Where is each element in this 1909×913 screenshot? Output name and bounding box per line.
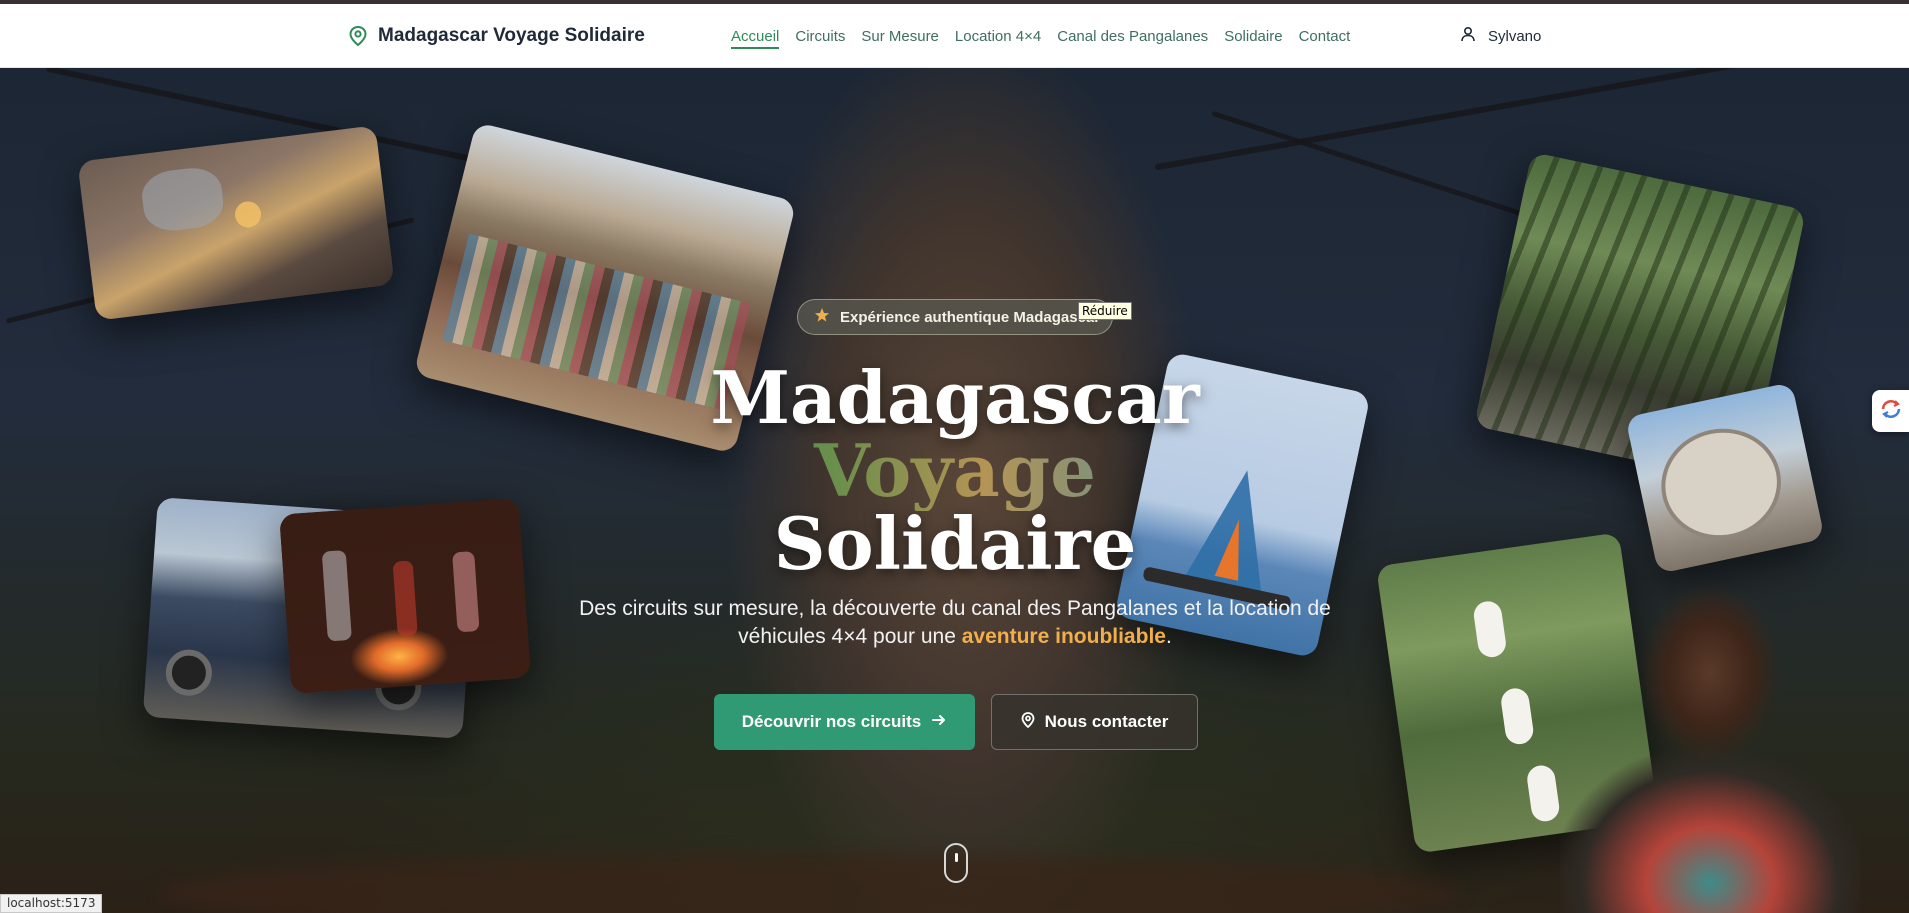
star-icon bbox=[814, 307, 830, 328]
campfire-photo bbox=[279, 497, 531, 695]
arrow-right-icon bbox=[931, 712, 947, 733]
background-branch bbox=[1154, 68, 1796, 171]
hero-subtitle: Des circuits sur mesure, la découverte d… bbox=[560, 595, 1350, 651]
nav-link-sur-mesure[interactable]: Sur Mesure bbox=[861, 28, 939, 45]
subtitle-text: Des circuits sur mesure, la découverte d… bbox=[579, 597, 1331, 648]
main-nav: Accueil Circuits Sur Mesure Location 4×4… bbox=[731, 4, 1350, 68]
subtitle-highlight: aventure inoubliable bbox=[961, 625, 1166, 648]
parc-national-sign-photo bbox=[1625, 382, 1825, 574]
primary-button-label: Découvrir nos circuits bbox=[741, 712, 922, 731]
nav-link-location-4x4[interactable]: Location 4×4 bbox=[955, 28, 1041, 45]
user-icon bbox=[1460, 26, 1476, 47]
nav-link-contact[interactable]: Contact bbox=[1299, 28, 1351, 45]
secondary-button-label: Nous contacter bbox=[1044, 712, 1169, 731]
experience-badge: Expérience authentique Madagascar bbox=[797, 299, 1113, 335]
nav-link-circuits[interactable]: Circuits bbox=[795, 28, 845, 45]
map-pin-icon bbox=[348, 26, 368, 46]
hero-title-line1: Madagascar bbox=[710, 355, 1200, 440]
ground-shadow bbox=[160, 853, 1460, 913]
tooltip: Réduire bbox=[1078, 302, 1132, 320]
brand-name: Madagascar Voyage Solidaire bbox=[378, 25, 645, 46]
map-pin-icon bbox=[1021, 711, 1035, 733]
nav-link-accueil[interactable]: Accueil bbox=[731, 28, 780, 49]
subtitle-end: . bbox=[1165, 625, 1172, 648]
scroll-indicator[interactable] bbox=[944, 843, 968, 883]
scroll-dot bbox=[955, 853, 958, 862]
sync-icon bbox=[1879, 397, 1903, 426]
hero-section: Expérience authentique Madagascar Réduir… bbox=[0, 68, 1909, 913]
side-widget-button[interactable] bbox=[1872, 390, 1909, 432]
sunset-rock-photo bbox=[77, 125, 395, 321]
badge-text: Expérience authentique Madagascar bbox=[840, 308, 1101, 326]
hero-title-line3: Solidaire bbox=[773, 501, 1137, 586]
user-menu[interactable]: Sylvano bbox=[1460, 4, 1541, 68]
user-name: Sylvano bbox=[1488, 27, 1542, 45]
hero-title-line2: Voyage bbox=[655, 431, 1255, 511]
navbar: Madagascar Voyage Solidaire Accueil Circ… bbox=[0, 4, 1909, 68]
discover-circuits-button[interactable]: Découvrir nos circuits bbox=[714, 694, 975, 750]
brand-logo[interactable]: Madagascar Voyage Solidaire bbox=[348, 4, 645, 68]
local-woman-photo bbox=[1560, 563, 1860, 913]
status-bar-url: localhost:5173 bbox=[0, 894, 103, 913]
nav-link-canal-des-pangalanes[interactable]: Canal des Pangalanes bbox=[1057, 28, 1208, 45]
nav-link-solidaire[interactable]: Solidaire bbox=[1224, 28, 1282, 45]
contact-us-button[interactable]: Nous contacter bbox=[991, 694, 1198, 750]
